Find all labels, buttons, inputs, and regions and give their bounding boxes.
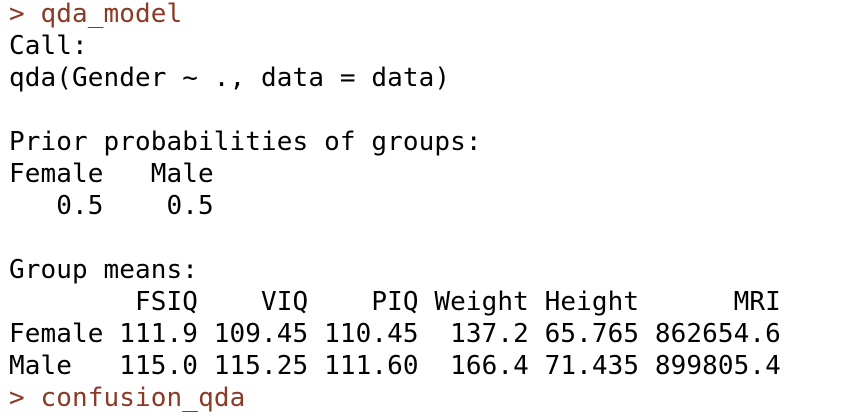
output-prior-labels: Female Male bbox=[9, 159, 230, 189]
output-call-label: Call: bbox=[9, 31, 88, 61]
output-blank-line bbox=[9, 222, 781, 254]
command-text: qda_model bbox=[40, 0, 183, 29]
output-group-means-heading: Group means: bbox=[9, 255, 199, 285]
command-line-qda-model: > qda_model bbox=[9, 0, 781, 30]
command-line-confusion-qda: > confusion_qda bbox=[9, 382, 781, 414]
command-text: confusion_qda bbox=[40, 383, 246, 413]
output-call-formula: qda(Gender ~ ., data = data) bbox=[9, 63, 451, 93]
output-means-row-male: Male 115.0 115.25 111.60 166.4 71.435 89… bbox=[9, 351, 781, 381]
output-means-row-female: Female 111.9 109.45 110.45 137.2 65.765 … bbox=[9, 319, 781, 349]
prompt-symbol: > bbox=[9, 383, 25, 413]
r-console[interactable]: > qda_model Call: qda(Gender ~ ., data =… bbox=[9, 0, 781, 414]
output-means-header-row: FSIQ VIQ PIQ Weight Height MRI bbox=[9, 287, 781, 317]
output-prior-values: 0.5 0.5 bbox=[9, 191, 230, 221]
prompt-symbol: > bbox=[9, 0, 25, 29]
output-blank-line bbox=[9, 94, 781, 126]
output-prior-heading: Prior probabilities of groups: bbox=[9, 127, 482, 157]
